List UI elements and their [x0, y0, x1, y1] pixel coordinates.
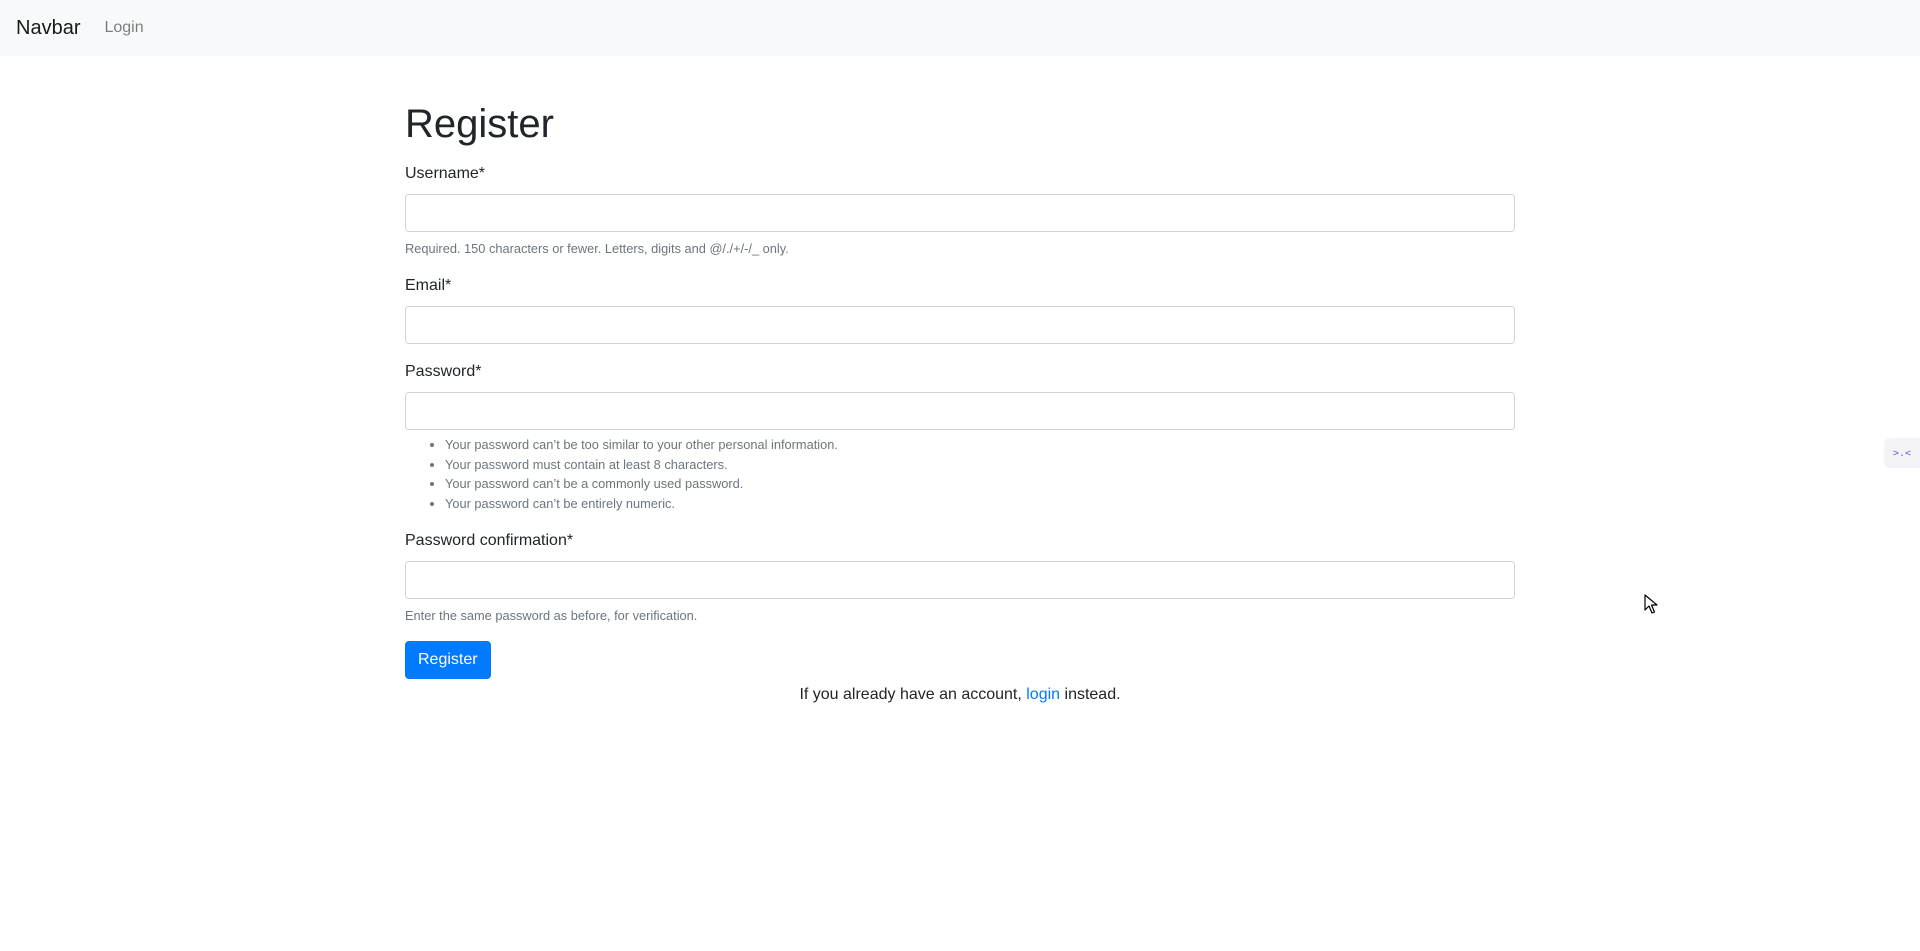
- login-prompt: If you already have an account, login in…: [405, 683, 1515, 707]
- password-help-item: Your password can’t be a commonly used p…: [445, 474, 1515, 494]
- register-button[interactable]: Register: [405, 641, 491, 680]
- register-form: Username* Required. 150 characters or fe…: [405, 162, 1515, 680]
- register-container: Register Username* Required. 150 charact…: [405, 100, 1515, 707]
- login-link[interactable]: login: [1026, 686, 1060, 703]
- username-group: Username* Required. 150 characters or fe…: [405, 162, 1515, 258]
- navbar: Navbar Login: [0, 0, 1920, 56]
- username-label: Username*: [405, 165, 486, 182]
- password-help-item: Your password can’t be entirely numeric.: [445, 494, 1515, 514]
- page-title: Register: [405, 102, 554, 146]
- navbar-brand[interactable]: Navbar: [16, 17, 80, 40]
- password-help-list: Your password can’t be too similar to yo…: [405, 435, 1515, 513]
- email-group: Email*: [405, 274, 1515, 345]
- mouse-cursor-icon: [1644, 594, 1658, 614]
- password-help-item: Your password must contain at least 8 ch…: [445, 455, 1515, 475]
- username-help: Required. 150 characters or fewer. Lette…: [405, 241, 789, 256]
- password-confirmation-group: Password confirmation* Enter the same pa…: [405, 529, 1515, 625]
- password-confirmation-label: Password confirmation*: [405, 532, 574, 550]
- login-prompt-suffix: instead.: [1060, 686, 1121, 704]
- password-confirmation-help: Enter the same password as before, for v…: [405, 608, 698, 624]
- password-label: Password*: [405, 363, 482, 381]
- password-help-item: Your password can’t be too similar to yo…: [445, 435, 1515, 455]
- code-expand-icon[interactable]: >.<: [1884, 438, 1920, 468]
- nav-link-login[interactable]: Login: [104, 19, 143, 37]
- password-group: Password* Your password can’t be too sim…: [405, 360, 1515, 513]
- email-label: Email*: [405, 277, 452, 295]
- password-confirmation-input[interactable]: [405, 561, 1515, 600]
- login-prompt-prefix: If you already have an account,: [799, 686, 1027, 704]
- email-input[interactable]: [405, 306, 1515, 345]
- password-input[interactable]: [405, 392, 1515, 431]
- username-input[interactable]: [405, 194, 1515, 232]
